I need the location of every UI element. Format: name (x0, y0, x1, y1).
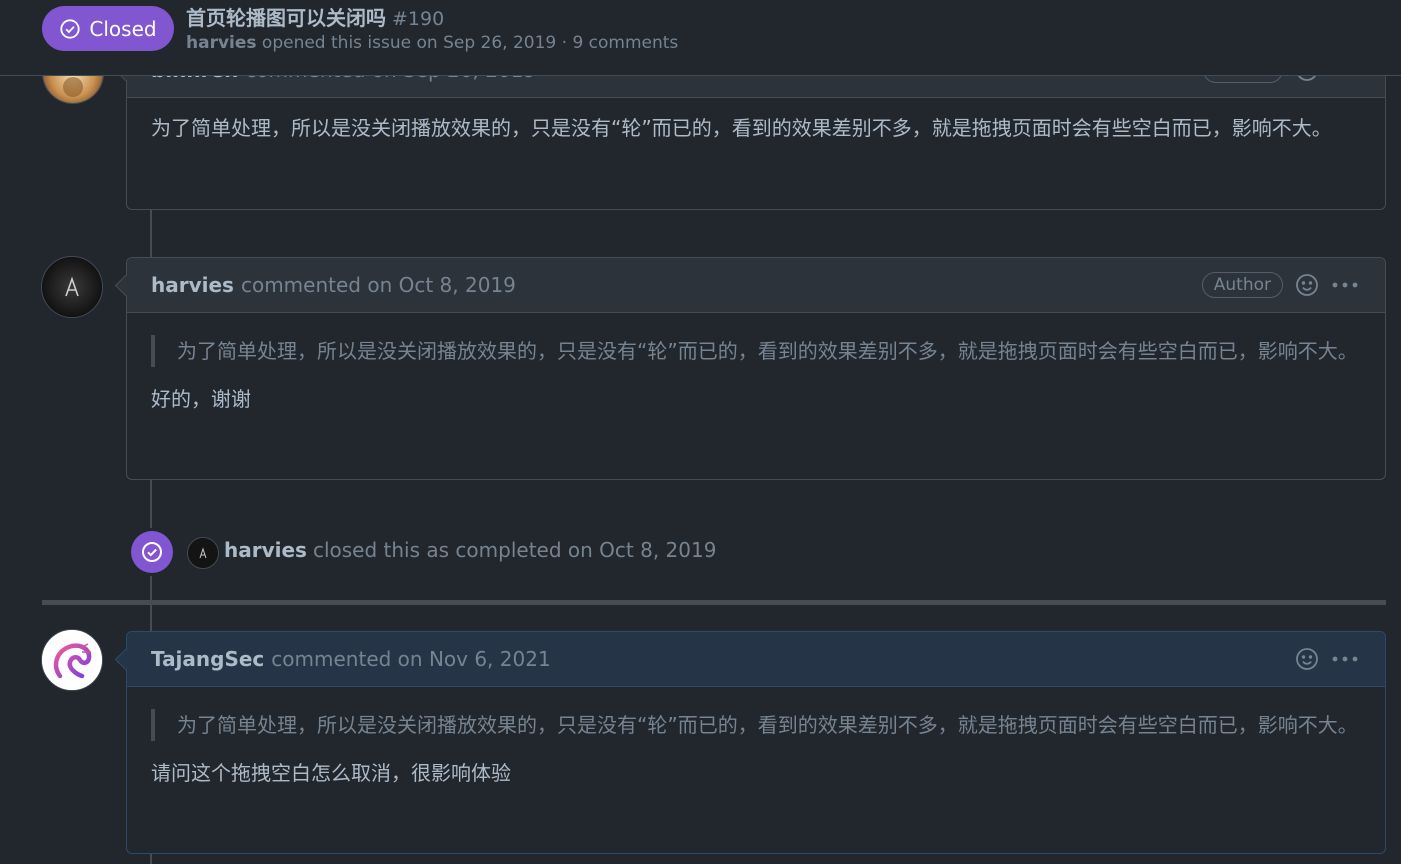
blockquote: 为了简单处理，所以是没关闭播放效果的，只是没有“轮”而已的，看到的效果差别不多，… (151, 335, 1361, 367)
smiley-icon[interactable] (1295, 647, 1319, 671)
kebab-menu-icon[interactable] (1331, 273, 1359, 297)
comment-text: 好的，谢谢 (151, 387, 251, 411)
timeline-line (150, 605, 152, 631)
comment-actions: Author (1201, 258, 1359, 312)
state-label: Closed (89, 16, 157, 41)
kebab-menu-icon[interactable] (1331, 647, 1359, 671)
comment-author[interactable]: TajangSec (151, 647, 264, 671)
issue-meta: harvies opened this issue on Sep 26, 201… (186, 33, 678, 53)
issue-title: 首页轮播图可以关闭吗 #190 (186, 2, 444, 31)
blockquote: 为了简单处理，所以是没关闭播放效果的，只是没有“轮”而已的，看到的效果差别不多，… (151, 709, 1361, 741)
issue-page: bihnren commented on Sep 26, 2019 Owner … (0, 0, 1401, 864)
comment-body: 为了简单处理，所以是没关闭播放效果的，只是没有“轮”而已的，看到的效果差别不多，… (127, 313, 1385, 435)
comment-header: harvies commented on Oct 8, 2019 Author (127, 258, 1385, 313)
event-description: closed this as completed on Oct 8, 2019 (312, 538, 717, 562)
sticky-issue-header: Closed 首页轮播图可以关闭吗 #190 harvies opened thi… (0, 0, 1401, 76)
comment-meta[interactable]: commented on Nov 6, 2021 (271, 647, 550, 671)
issue-title-text[interactable]: 首页轮播图可以关闭吗 (186, 6, 386, 30)
issue-author[interactable]: harvies (186, 33, 257, 53)
comment-body: 为了简单处理，所以是没关闭播放效果的，只是没有“轮”而已的，看到的效果差别不多，… (151, 116, 1332, 140)
closed-state-badge: Closed (42, 6, 174, 51)
event-actor-avatar[interactable] (187, 537, 219, 569)
comment-header: TajangSec commented on Nov 6, 2021 (127, 632, 1385, 687)
closed-event-icon (131, 531, 173, 573)
comment-text: 请问这个拖拽空白怎么取消，很影响体验 (151, 761, 511, 785)
comment-meta[interactable]: commented on Oct 8, 2019 (241, 273, 516, 297)
issue-number: #190 (392, 8, 445, 30)
comment-body: 为了简单处理，所以是没关闭播放效果的，只是没有“轮”而已的，看到的效果差别不多，… (127, 687, 1385, 809)
avatar-tajangsec[interactable] (41, 629, 103, 691)
comment-3: TajangSec commented on Nov 6, 2021 为了简单处… (114, 631, 1386, 854)
closed-event: harvies closed this as completed on Oct 8… (224, 538, 716, 562)
timeline-line (150, 208, 152, 258)
smiley-icon[interactable] (1295, 273, 1319, 297)
comment-2: harvies commented on Oct 8, 2019 Author … (114, 257, 1386, 480)
closed-check-icon (60, 18, 81, 39)
avatar-harvies[interactable] (41, 256, 103, 318)
timeline-divider (42, 600, 1386, 605)
issue-meta-text: opened this issue on Sep 26, 2019 · 9 co… (261, 33, 679, 53)
event-actor[interactable]: harvies (224, 538, 307, 562)
comment-actions (1295, 632, 1359, 686)
comment-author[interactable]: harvies (151, 273, 234, 297)
role-badge: Author (1201, 272, 1283, 298)
